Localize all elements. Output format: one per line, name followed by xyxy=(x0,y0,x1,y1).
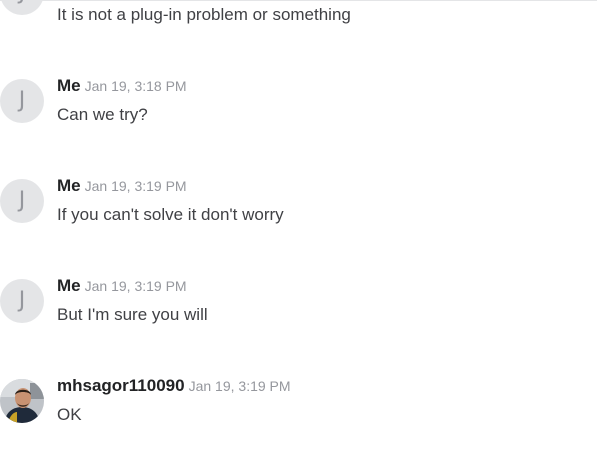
message-header: mhsagor110090 Jan 19, 3:19 PM xyxy=(57,376,291,396)
sender-name[interactable]: Me xyxy=(57,176,81,195)
message-header: Me Jan 19, 3:18 PM xyxy=(57,76,187,96)
message-text: OK xyxy=(57,405,82,424)
sender-name[interactable]: mhsagor110090 xyxy=(57,376,185,395)
message-text: Can we try? xyxy=(57,105,148,124)
sender-name[interactable]: Me xyxy=(57,276,81,295)
message-timestamp: Jan 19, 3:18 PM xyxy=(84,78,187,94)
user-photo-avatar-icon-graphic xyxy=(0,379,44,423)
message-timestamp: Jan 19, 3:19 PM xyxy=(188,378,291,394)
message-text: If you can't solve it don't worry xyxy=(57,205,284,224)
message-header: Me Jan 19, 3:19 PM xyxy=(57,176,187,196)
message-timestamp: Jan 19, 3:19 PM xyxy=(84,278,187,294)
user-photo-avatar-icon[interactable] xyxy=(0,379,44,423)
sender-name[interactable]: Me xyxy=(57,76,81,95)
message-text: It is not a plug-in problem or something xyxy=(57,5,351,24)
avatar[interactable]: J xyxy=(0,0,44,15)
message-thread: J It is not a plug-in problem or somethi… xyxy=(0,0,597,457)
message-header: Me Jan 19, 3:19 PM xyxy=(57,276,187,296)
avatar[interactable]: J xyxy=(0,79,44,123)
avatar[interactable]: J xyxy=(0,179,44,223)
message-text: But I'm sure you will xyxy=(57,305,208,324)
avatar[interactable]: J xyxy=(0,279,44,323)
message-timestamp: Jan 19, 3:19 PM xyxy=(84,178,187,194)
